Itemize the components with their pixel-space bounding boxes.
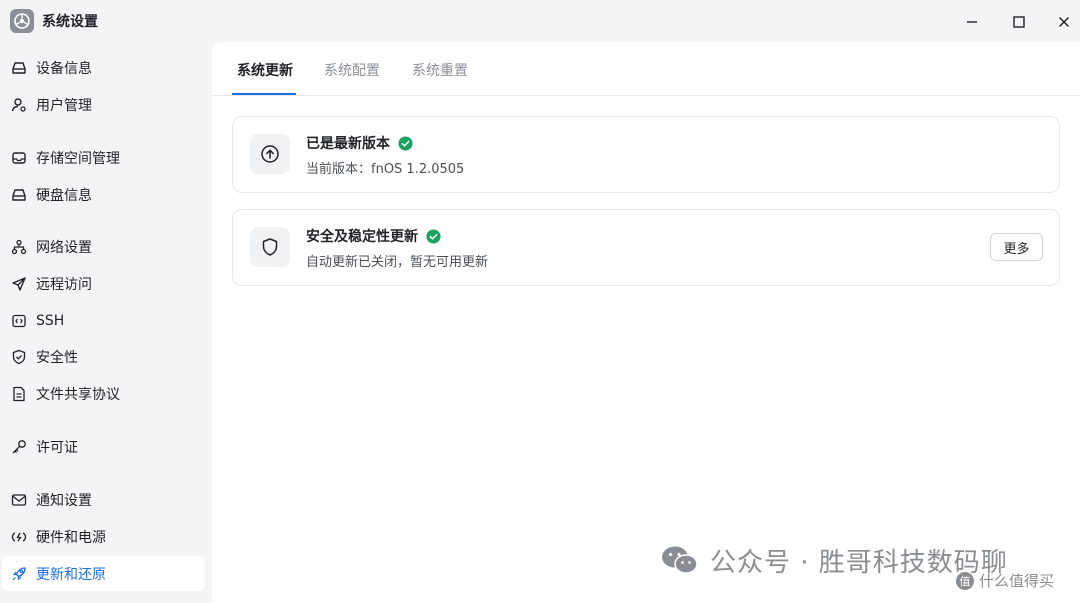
user-icon [11,97,27,113]
sidebar-item-remote-access[interactable]: 远程访问 [2,266,205,301]
sidebar-item-security[interactable]: 安全性 [2,339,205,374]
sidebar-item-ssh[interactable]: SSH [2,303,205,338]
zhi-logo-icon: 值 [956,571,974,590]
power-icon [11,529,27,545]
sidebar-item-storage[interactable]: 存储空间管理 [2,140,205,175]
close-button[interactable] [1050,8,1078,36]
card-title: 已是最新版本 [306,133,413,153]
maximize-button[interactable] [1005,8,1033,36]
check-circle-icon [398,135,413,151]
tab-system-reset[interactable]: 系统重置 [412,60,468,80]
sidebar: 设备信息 用户管理 存储空间管理 硬盘信息 网络设置 远程访问 SSH 安全性 … [0,42,212,603]
version-status-card: 已是最新版本 当前版本：fnOS 1.2.0505 [232,116,1060,193]
rocket-icon [11,566,27,582]
storage-icon [11,150,27,166]
window-title: 系统设置 [42,14,98,30]
sidebar-item-label: 通知设置 [36,492,92,509]
sidebar-item-label: 存储空间管理 [36,150,120,167]
main-panel: 系统更新 系统配置 系统重置 已是最新版本 当前版本：fnOS 1.2.0505… [212,42,1080,603]
sidebar-item-label: 远程访问 [36,276,92,293]
network-icon [11,239,27,255]
card-title-text: 安全及稳定性更新 [306,229,418,245]
sidebar-item-file-sharing[interactable]: 文件共享协议 [2,376,205,411]
card-title: 安全及稳定性更新 [306,226,441,246]
wechat-icon [662,546,698,574]
more-button[interactable]: 更多 [990,233,1043,261]
security-update-card: 安全及稳定性更新 自动更新已关闭，暂无可用更新 更多 [232,209,1060,286]
code-icon [11,313,27,329]
minimize-icon [967,21,977,23]
current-version-text: 当前版本：fnOS 1.2.0505 [306,162,465,177]
auto-update-status-text: 自动更新已关闭，暂无可用更新 [306,255,489,270]
sidebar-item-update-restore[interactable]: 更新和还原 [2,556,205,591]
card-title-text: 已是最新版本 [306,136,390,152]
sidebar-item-label: 硬件和电源 [36,529,106,546]
sidebar-item-label: 硬盘信息 [36,187,92,204]
sidebar-item-label: 用户管理 [36,97,92,114]
maximize-icon [1013,16,1025,28]
active-tab-indicator [232,93,296,95]
upload-circle-icon [250,134,290,174]
close-icon [1059,17,1069,27]
tab-bar: 系统更新 系统配置 系统重置 [212,42,1080,96]
sidebar-item-disk-info[interactable]: 硬盘信息 [2,177,205,212]
check-circle-icon [426,228,441,244]
sidebar-item-license[interactable]: 许可证 [2,429,205,464]
sidebar-item-label: 网络设置 [36,239,92,256]
key-icon [11,439,27,455]
watermark-secondary: 值 什么值得买 [955,570,1054,591]
sidebar-item-label: 许可证 [36,439,78,456]
minimize-button[interactable] [958,8,986,36]
shield-check-icon [11,349,27,365]
sidebar-item-label: 安全性 [36,349,78,366]
svg-text:值: 值 [960,575,971,588]
watermark-sub-text: 什么值得买 [979,572,1055,590]
drive-icon [11,60,27,76]
sidebar-item-label: SSH [36,312,65,329]
mail-icon [11,492,27,508]
title-bar: 系统设置 [0,0,1080,42]
shield-icon [250,227,290,267]
sidebar-item-device-info[interactable]: 设备信息 [2,50,205,85]
sidebar-item-notifications[interactable]: 通知设置 [2,482,205,517]
sidebar-item-label: 文件共享协议 [36,386,120,403]
sidebar-item-users[interactable]: 用户管理 [2,87,205,122]
tab-system-update[interactable]: 系统更新 [237,60,293,80]
sidebar-item-hardware-power[interactable]: 硬件和电源 [2,519,205,554]
settings-app-icon [10,9,34,33]
sidebar-item-network[interactable]: 网络设置 [2,229,205,264]
tab-system-config[interactable]: 系统配置 [324,60,380,80]
send-icon [11,276,27,292]
sidebar-item-label: 更新和还原 [36,566,106,583]
document-icon [11,386,27,402]
sidebar-item-label: 设备信息 [36,60,92,77]
drive-icon [11,187,27,203]
